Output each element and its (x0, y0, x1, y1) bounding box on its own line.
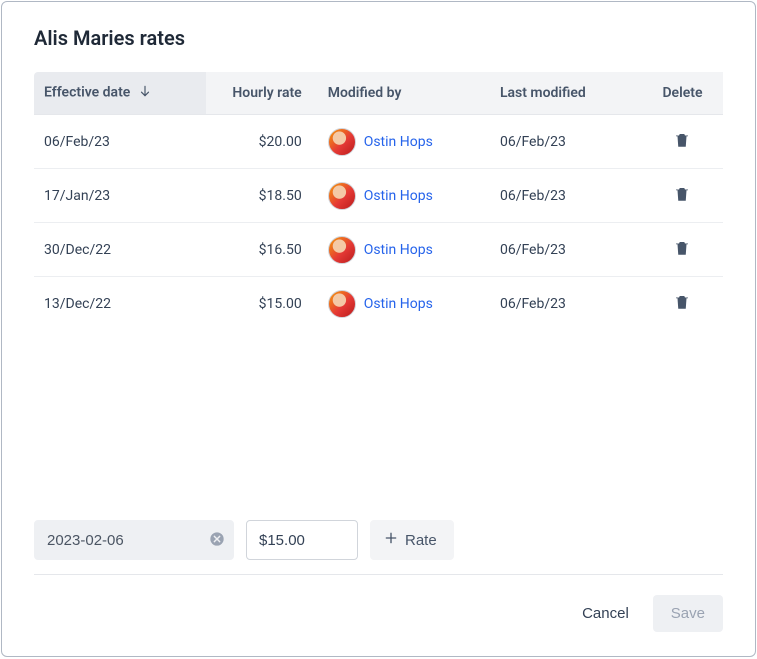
modified-by-link[interactable]: Ostin Hops (364, 296, 433, 312)
delete-row-button[interactable] (669, 127, 695, 156)
plus-icon (383, 530, 399, 550)
add-rate-row: Rate (34, 506, 723, 575)
col-header-delete: Delete (642, 72, 723, 115)
table-row: 06/Feb/23$20.00Ostin Hops06/Feb/23 (34, 115, 723, 169)
delete-row-button[interactable] (669, 235, 695, 264)
cell-hourly-rate: $15.00 (206, 277, 317, 331)
cell-last-modified: 06/Feb/23 (490, 223, 642, 277)
col-header-label: Effective date (44, 85, 130, 101)
modal-title: Alis Maries rates (34, 26, 723, 50)
col-header-hourly-rate[interactable]: Hourly rate (206, 72, 317, 115)
cell-effective-date: 13/Dec/22 (34, 277, 206, 331)
table-row: 30/Dec/22$16.50 Ostin Hops 06/Feb/23 (34, 223, 723, 277)
cell-modified-by: Ostin Hops (318, 223, 490, 277)
hourly-rate-input[interactable] (246, 520, 358, 560)
trash-icon (673, 131, 691, 152)
cell-hourly-rate: $18.50 (206, 169, 317, 223)
table-row: 17/Jan/23$18.50 Ostin Hops 06/Feb/23 (34, 169, 723, 223)
delete-row-button[interactable] (669, 181, 695, 210)
col-header-effective-date[interactable]: Effective date (34, 72, 206, 115)
rates-table: Effective date Hourly rate Modified by L… (34, 72, 723, 330)
trash-icon (673, 293, 691, 314)
cell-modified-by: Ostin Hops (318, 115, 490, 169)
trash-icon (673, 185, 691, 206)
trash-icon (673, 239, 691, 260)
col-header-modified-by[interactable]: Modified by (318, 72, 490, 115)
cell-hourly-rate: $16.50 (206, 223, 317, 277)
cell-last-modified: 06/Feb/23 (490, 277, 642, 331)
modal-body: Alis Maries rates Effective date Hourly … (2, 2, 755, 575)
cell-last-modified: 06/Feb/23 (490, 115, 642, 169)
clear-icon (209, 531, 225, 550)
save-button[interactable]: Save (653, 595, 723, 632)
clear-date-button[interactable] (208, 531, 226, 549)
modified-by-link[interactable]: Ostin Hops (364, 188, 433, 204)
modified-by-link[interactable]: Ostin Hops (364, 242, 433, 258)
cell-effective-date: 30/Dec/22 (34, 223, 206, 277)
date-field-wrapper (34, 520, 234, 560)
cell-last-modified: 06/Feb/23 (490, 169, 642, 223)
avatar (328, 290, 356, 318)
avatar (328, 128, 356, 156)
arrow-down-icon (138, 84, 152, 102)
cancel-button[interactable]: Cancel (566, 595, 645, 632)
modal-footer: Cancel Save (2, 575, 755, 656)
avatar (328, 182, 356, 210)
col-header-last-modified[interactable]: Last modified (490, 72, 642, 115)
rates-modal: Alis Maries rates Effective date Hourly … (1, 1, 756, 657)
add-rate-button[interactable]: Rate (370, 520, 454, 560)
delete-row-button[interactable] (669, 289, 695, 318)
avatar (328, 236, 356, 264)
effective-date-input[interactable] (34, 520, 234, 560)
cell-effective-date: 17/Jan/23 (34, 169, 206, 223)
add-rate-label: Rate (405, 532, 437, 549)
cell-modified-by: Ostin Hops (318, 277, 490, 331)
cell-hourly-rate: $20.00 (206, 115, 317, 169)
cell-effective-date: 06/Feb/23 (34, 115, 206, 169)
cell-modified-by: Ostin Hops (318, 169, 490, 223)
table-row: 13/Dec/22$15.00 Ostin Hops 06/Feb/23 (34, 277, 723, 331)
modified-by-link[interactable]: Ostin Hops (364, 134, 433, 150)
